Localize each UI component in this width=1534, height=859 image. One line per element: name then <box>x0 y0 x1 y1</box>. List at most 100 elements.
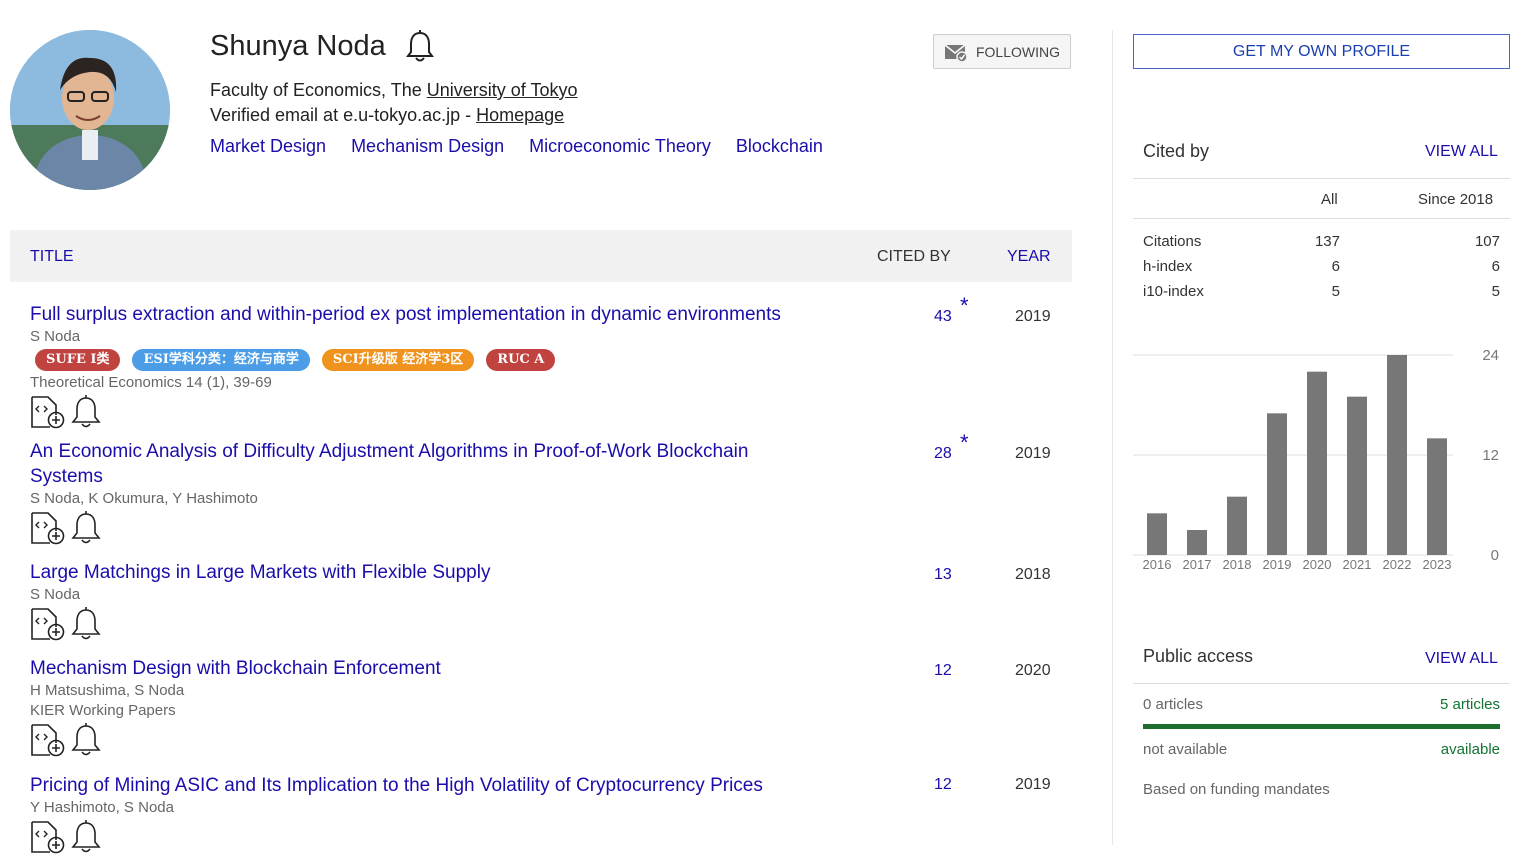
stat-all: 137 <box>1314 233 1340 250</box>
article-title[interactable]: An Economic Analysis of Difficulty Adjus… <box>30 439 1070 489</box>
profile-photo <box>10 30 170 190</box>
x-tick-label: 2018 <box>1223 557 1252 572</box>
article-title[interactable]: Pricing of Mining ASIC and Its Implicati… <box>30 773 1070 798</box>
bar-2017[interactable] <box>1187 530 1207 555</box>
following-label: FOLLOWING <box>975 43 1060 60</box>
col-since: Since 2018 <box>1418 191 1494 208</box>
bar-2023[interactable] <box>1427 438 1447 555</box>
sort-title[interactable]: TITLE <box>30 248 74 266</box>
add-code-icon[interactable] <box>30 723 66 762</box>
ranking-badge: ESI学科分类：经济与商学 <box>132 349 310 371</box>
following-button[interactable]: FOLLOWING <box>933 34 1071 69</box>
interest-link[interactable]: Mechanism Design <box>351 136 504 156</box>
bell-icon[interactable] <box>70 511 102 550</box>
stat-since: 6 <box>1491 258 1500 275</box>
article-authors: Y Hashimoto, S Noda <box>30 799 174 816</box>
sort-cited-by[interactable]: CITED BY <box>877 248 951 266</box>
article-authors: H Matsushima, S Noda <box>30 682 185 699</box>
email-text: Verified email at e.u-tokyo.ac.jp - <box>210 105 477 125</box>
article-title[interactable]: Full surplus extraction and within-perio… <box>30 302 1070 327</box>
profile-name: Shunya Noda <box>210 30 386 62</box>
pub-year: 2019 <box>1015 776 1051 793</box>
merged-star[interactable]: * <box>960 293 969 319</box>
merged-star[interactable]: * <box>960 430 969 456</box>
stat-label[interactable]: Citations <box>1143 233 1201 250</box>
interest-link[interactable]: Market Design <box>210 136 326 156</box>
bar-2021[interactable] <box>1347 396 1367 555</box>
pub-year: 2019 <box>1015 308 1051 325</box>
article-title[interactable]: Mechanism Design with Blockchain Enforce… <box>30 656 1070 681</box>
add-code-icon[interactable] <box>30 511 66 550</box>
article-authors: S Noda, K Okumura, Y Hashimoto <box>30 490 258 507</box>
public-access-heading: Public access <box>1143 646 1254 666</box>
bar-2019[interactable] <box>1267 413 1287 555</box>
cited-count[interactable]: 43 <box>934 308 952 326</box>
table-row: Mechanism Design with Blockchain Enforce… <box>30 656 1070 762</box>
pa-not-available-label: not available <box>1143 741 1228 758</box>
add-code-icon[interactable] <box>30 820 66 859</box>
divider <box>1133 218 1510 219</box>
cited-count[interactable]: 12 <box>934 776 952 794</box>
stat-all: 5 <box>1331 283 1340 300</box>
add-code-icon[interactable] <box>30 607 66 646</box>
bar-2016[interactable] <box>1147 513 1167 555</box>
pub-year: 2020 <box>1015 662 1051 679</box>
row-actions <box>30 395 1070 434</box>
cited-count[interactable]: 13 <box>934 566 952 584</box>
affiliation-link[interactable]: University of Tokyo <box>427 80 578 100</box>
bell-icon[interactable] <box>70 723 102 762</box>
pa-available-count: 5 articles <box>1439 696 1500 713</box>
stat-since: 107 <box>1474 233 1500 250</box>
stat-label[interactable]: i10-index <box>1143 283 1204 300</box>
stat-row: h-index 6 6 <box>1143 258 1500 283</box>
sort-year[interactable]: YEAR <box>1007 248 1051 266</box>
y-tick-label: 12 <box>1482 447 1499 464</box>
mail-check-icon <box>944 43 968 62</box>
cited-count[interactable]: 12 <box>934 662 952 680</box>
x-tick-label: 2023 <box>1423 557 1452 572</box>
bell-icon[interactable] <box>70 820 102 859</box>
pub-year: 2019 <box>1015 445 1051 462</box>
cited-by-heading: Cited by <box>1143 141 1210 161</box>
row-actions <box>30 820 1070 859</box>
pa-note: Based on funding mandates <box>1143 781 1330 798</box>
bar-2018[interactable] <box>1227 496 1247 555</box>
bar-2020[interactable] <box>1307 371 1327 555</box>
bell-icon[interactable] <box>70 607 102 646</box>
row-actions <box>30 607 1070 646</box>
article-title[interactable]: Large Matchings in Large Markets with Fl… <box>30 560 1070 585</box>
x-tick-label: 2021 <box>1343 557 1372 572</box>
x-tick-label: 2020 <box>1303 557 1332 572</box>
divider <box>1133 178 1510 179</box>
article-authors: S Noda <box>30 586 81 603</box>
article-venue: Theoretical Economics 14 (1), 39-69 <box>30 374 272 391</box>
interest-link[interactable]: Microeconomic Theory <box>529 136 711 156</box>
row-actions <box>30 511 1070 550</box>
x-tick-label: 2016 <box>1143 557 1172 572</box>
homepage-link[interactable]: Homepage <box>476 105 564 125</box>
stat-since: 5 <box>1491 283 1500 300</box>
stat-label[interactable]: h-index <box>1143 258 1192 275</box>
stat-row: i10-index 5 5 <box>1143 283 1500 308</box>
get-my-own-profile-button[interactable]: GET MY OWN PROFILE <box>1133 34 1510 69</box>
x-tick-label: 2017 <box>1183 557 1212 572</box>
interest-link[interactable]: Blockchain <box>736 136 823 156</box>
affiliation-text: Faculty of Economics, The <box>210 80 427 100</box>
citations-bar-chart: 24 12 0 2016 2017 2018 2019 2020 2021 2022 2023 <box>1133 347 1499 572</box>
divider <box>1133 683 1510 684</box>
public-access-view-all[interactable]: VIEW ALL <box>1425 650 1498 668</box>
follow-bell-icon[interactable] <box>405 30 435 69</box>
table-row: Large Matchings in Large Markets with Fl… <box>30 560 1070 646</box>
table-header: TITLE CITED BY YEAR <box>10 230 1072 282</box>
bell-icon[interactable] <box>70 395 102 434</box>
cited-by-view-all[interactable]: VIEW ALL <box>1425 143 1498 161</box>
bar-2022[interactable] <box>1387 355 1407 555</box>
row-actions <box>30 723 1070 762</box>
affiliation: Faculty of Economics, The University of … <box>210 80 578 101</box>
cited-count[interactable]: 28 <box>934 445 952 463</box>
add-code-icon[interactable] <box>30 395 66 434</box>
ranking-badge: SCI升级版 经济学3区 <box>321 349 475 371</box>
x-tick-label: 2019 <box>1263 557 1292 572</box>
article-venue: KIER Working Papers <box>30 702 176 719</box>
pa-available-label: available <box>1440 741 1500 758</box>
